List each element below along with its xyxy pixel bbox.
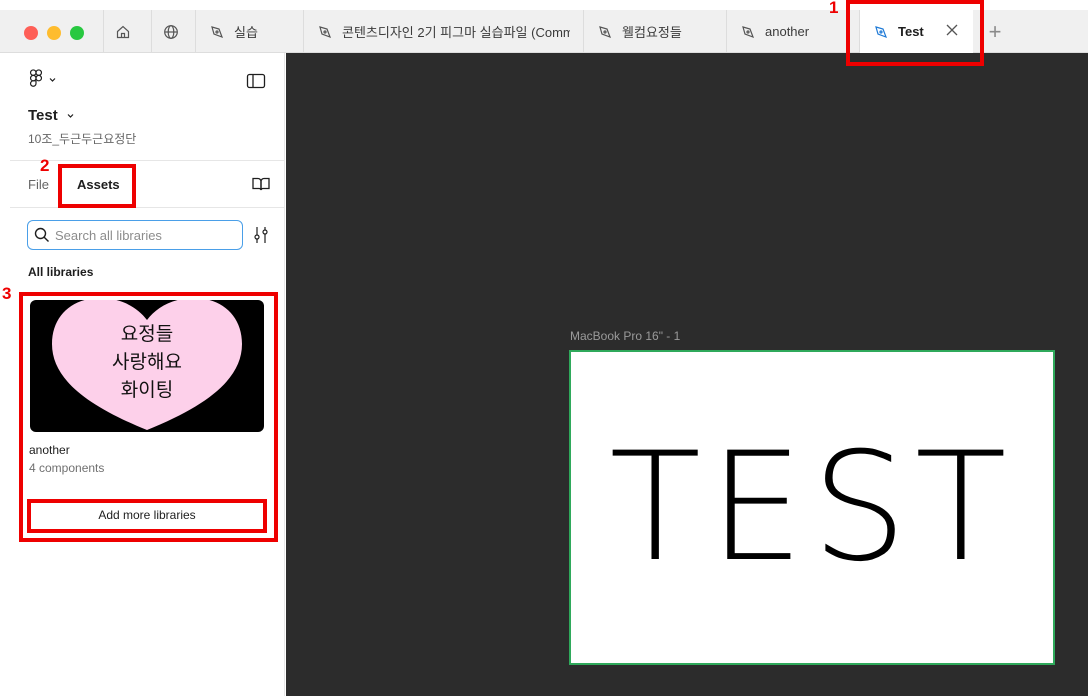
main-menu-button[interactable]	[28, 69, 57, 89]
figma-file-icon	[211, 25, 224, 38]
library-button[interactable]	[251, 176, 271, 195]
community-button[interactable]	[151, 10, 189, 53]
tab-content-design[interactable]: 콘텐츠디자인 2기 피그마 실습파일 (Commu	[303, 10, 583, 53]
tab-another[interactable]: another	[726, 10, 859, 53]
annotation-number-1: 1	[829, 0, 839, 17]
file-title-menu[interactable]: Test	[28, 107, 75, 124]
close-icon	[946, 24, 958, 36]
toggle-sidebar-button[interactable]	[246, 73, 266, 92]
divider	[10, 160, 285, 161]
sidebar-icon	[246, 73, 266, 89]
figma-logo-icon	[29, 69, 43, 87]
design-canvas[interactable]: MacBook Pro 16" - 1 TEST	[286, 53, 1088, 696]
tab-file[interactable]: File	[28, 177, 49, 192]
window-minimize-button[interactable]	[47, 26, 61, 40]
window-zoom-button[interactable]	[70, 26, 84, 40]
tab-label: another	[765, 24, 810, 39]
add-more-libraries-button[interactable]: Add more libraries	[32, 502, 262, 528]
tab-label: Test	[898, 24, 924, 39]
tab-assets[interactable]: Assets	[77, 177, 120, 192]
search-input[interactable]	[55, 227, 225, 243]
thumbnail-line-3: 화이팅	[121, 379, 173, 401]
frame-text[interactable]: TEST	[609, 433, 1014, 583]
frame-label[interactable]: MacBook Pro 16" - 1	[570, 329, 680, 343]
library-search[interactable]	[27, 220, 243, 250]
left-sidebar: Test 10조_두근두근요정단 File Assets All librari…	[0, 53, 285, 696]
section-title: All libraries	[28, 265, 94, 279]
annotation-number-2: 2	[40, 156, 50, 175]
tab-practice[interactable]: 실습	[195, 10, 303, 53]
library-card-thumbnail[interactable]: 요정들 사랑해요 화이팅	[30, 300, 264, 432]
tab-label: 콘텐츠디자인 2기 피그마 실습파일 (Commu	[342, 25, 570, 40]
thumbnail-line-1: 요정들	[121, 323, 173, 345]
globe-icon	[163, 24, 178, 39]
new-tab-button[interactable]: +	[975, 10, 1015, 53]
library-component-count: 4 components	[29, 461, 105, 475]
tab-welcome-fairies[interactable]: 웰컴요정들	[583, 10, 726, 53]
browser-tab-bar: 실습 콘텐츠디자인 2기 피그마 실습파일 (Commu 웰컴요정들 anoth…	[0, 10, 1088, 53]
book-icon	[252, 177, 270, 191]
home-icon	[116, 25, 129, 38]
window-close-button[interactable]	[24, 26, 38, 40]
tab-label: 실습	[234, 25, 258, 40]
chevron-down-icon	[67, 114, 74, 118]
tab-test[interactable]: Test	[859, 10, 973, 53]
team-name: 10조_두근두근요정단	[28, 132, 137, 146]
frame-macbook-pro[interactable]: TEST	[569, 350, 1055, 665]
heart-thumbnail: 요정들 사랑해요 화이팅	[52, 300, 242, 430]
close-tab-button[interactable]	[945, 23, 959, 40]
figma-file-icon	[319, 25, 332, 38]
figma-file-icon	[599, 25, 612, 38]
thumbnail-line-2: 사랑해요	[112, 351, 182, 373]
adjust-icon	[254, 227, 268, 243]
annotation-number-3: 3	[2, 284, 12, 303]
chevron-down-icon	[49, 77, 56, 82]
figma-file-icon	[875, 25, 888, 38]
tab-label: 웰컴요정들	[622, 25, 682, 40]
search-icon	[34, 227, 49, 242]
figma-file-icon	[742, 25, 755, 38]
file-title: Test	[28, 107, 58, 124]
library-name[interactable]: another	[29, 443, 70, 457]
home-button[interactable]	[103, 10, 141, 53]
library-filter-button[interactable]	[253, 226, 269, 247]
divider	[10, 207, 285, 208]
